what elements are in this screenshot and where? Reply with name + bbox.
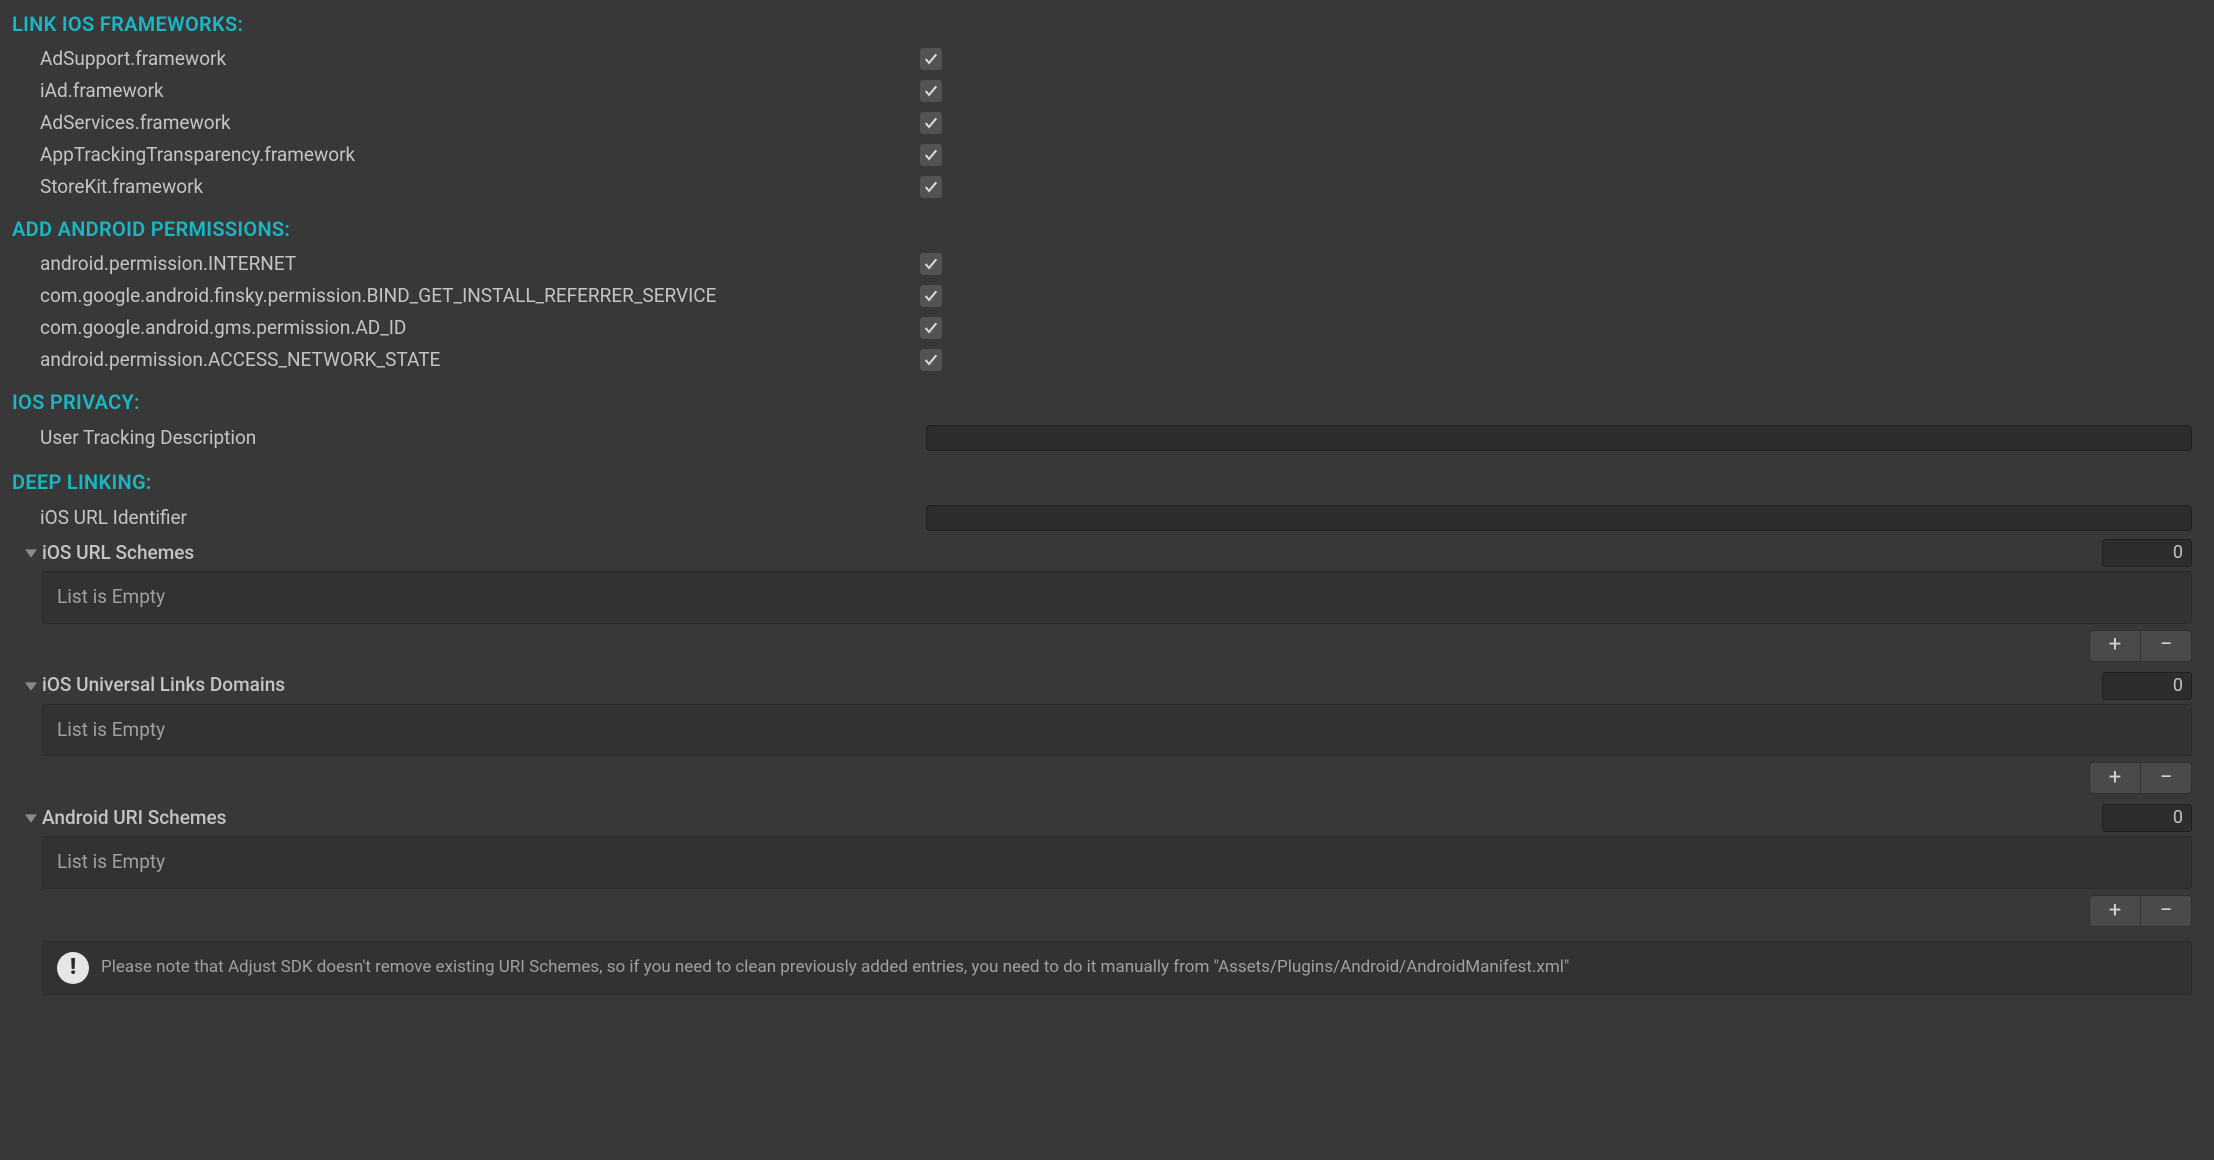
ios-url-schemes-list: List is Empty — [42, 571, 2192, 624]
ios-universal-links-footer: + − — [42, 762, 2192, 794]
user-tracking-label: User Tracking Description — [40, 425, 920, 452]
ios-url-schemes-label: iOS URL Schemes — [42, 540, 2102, 567]
check-icon — [923, 147, 939, 163]
android-uri-schemes-label: Android URI Schemes — [42, 805, 2102, 832]
remove-button[interactable]: − — [2140, 895, 2192, 927]
framework-checkbox-adservices[interactable] — [920, 112, 942, 134]
ios-url-identifier-label: iOS URL Identifier — [40, 505, 920, 532]
ios-url-identifier-row: iOS URL Identifier — [12, 501, 2202, 536]
framework-label: AdServices.framework — [40, 110, 920, 137]
triangle-down-icon — [25, 547, 37, 559]
add-button[interactable]: + — [2089, 762, 2140, 794]
add-button[interactable]: + — [2089, 630, 2140, 662]
section-header-ios-privacy: IOS PRIVACY: — [12, 388, 2202, 416]
check-icon — [923, 352, 939, 368]
check-icon — [923, 51, 939, 67]
user-tracking-description-input[interactable] — [926, 425, 2192, 451]
note-text: Please note that Adjust SDK doesn't remo… — [101, 956, 1569, 980]
permission-label: com.google.android.gms.permission.AD_ID — [40, 315, 920, 342]
framework-label: StoreKit.framework — [40, 174, 920, 201]
permission-row: android.permission.ACCESS_NETWORK_STATE — [12, 344, 2202, 376]
ios-url-identifier-input[interactable] — [926, 505, 2192, 531]
foldout-toggle[interactable] — [22, 544, 40, 562]
permission-checkbox-internet[interactable] — [920, 253, 942, 275]
permission-label: android.permission.INTERNET — [40, 251, 920, 278]
list-empty-text: List is Empty — [57, 718, 165, 741]
framework-checkbox-att[interactable] — [920, 144, 942, 166]
ios-universal-links-list: List is Empty — [42, 704, 2192, 757]
check-icon — [923, 256, 939, 272]
permission-label: com.google.android.finsky.permission.BIN… — [40, 283, 920, 310]
section-header-deep-linking: DEEP LINKING: — [12, 468, 2202, 496]
section-header-ios-frameworks: LINK IOS FRAMEWORKS: — [12, 10, 2202, 38]
remove-button[interactable]: − — [2140, 630, 2192, 662]
check-icon — [923, 179, 939, 195]
list-empty-text: List is Empty — [57, 585, 165, 608]
settings-panel: LINK IOS FRAMEWORKS: AdSupport.framework… — [0, 0, 2214, 1007]
android-uri-schemes-count[interactable]: 0 — [2102, 804, 2192, 832]
foldout-toggle[interactable] — [22, 677, 40, 695]
permission-row: com.google.android.finsky.permission.BIN… — [12, 280, 2202, 312]
framework-checkbox-storekit[interactable] — [920, 176, 942, 198]
ios-url-schemes-count[interactable]: 0 — [2102, 539, 2192, 567]
triangle-down-icon — [25, 812, 37, 824]
section-header-android-permissions: ADD ANDROID PERMISSIONS: — [12, 215, 2202, 243]
framework-label: AppTrackingTransparency.framework — [40, 142, 920, 169]
ios-url-schemes-footer: + − — [42, 630, 2192, 662]
check-icon — [923, 288, 939, 304]
ios-universal-links-count[interactable]: 0 — [2102, 672, 2192, 700]
framework-row: AdSupport.framework — [12, 43, 2202, 75]
framework-checkbox-iad[interactable] — [920, 80, 942, 102]
android-uri-schemes-fold: Android URI Schemes 0 — [12, 800, 2202, 836]
add-button[interactable]: + — [2089, 895, 2140, 927]
framework-label: iAd.framework — [40, 78, 920, 105]
android-uri-schemes-list: List is Empty — [42, 836, 2192, 889]
triangle-down-icon — [25, 680, 37, 692]
framework-checkbox-adsupport[interactable] — [920, 48, 942, 70]
framework-label: AdSupport.framework — [40, 46, 920, 73]
ios-universal-links-label: iOS Universal Links Domains — [42, 672, 2102, 699]
check-icon — [923, 115, 939, 131]
permission-row: android.permission.INTERNET — [12, 248, 2202, 280]
uri-schemes-note: ! Please note that Adjust SDK doesn't re… — [42, 941, 2192, 995]
ios-url-schemes-fold: iOS URL Schemes 0 — [12, 535, 2202, 571]
framework-row: StoreKit.framework — [12, 171, 2202, 203]
framework-row: AppTrackingTransparency.framework — [12, 139, 2202, 171]
framework-row: iAd.framework — [12, 75, 2202, 107]
user-tracking-row: User Tracking Description — [12, 421, 2202, 456]
permission-checkbox-ad-id[interactable] — [920, 317, 942, 339]
ios-universal-links-fold: iOS Universal Links Domains 0 — [12, 668, 2202, 704]
foldout-toggle[interactable] — [22, 809, 40, 827]
info-icon: ! — [57, 952, 89, 984]
permission-row: com.google.android.gms.permission.AD_ID — [12, 312, 2202, 344]
framework-row: AdServices.framework — [12, 107, 2202, 139]
check-icon — [923, 320, 939, 336]
list-empty-text: List is Empty — [57, 850, 165, 873]
remove-button[interactable]: − — [2140, 762, 2192, 794]
permission-label: android.permission.ACCESS_NETWORK_STATE — [40, 347, 920, 374]
android-uri-schemes-footer: + − — [42, 895, 2192, 927]
permission-checkbox-network-state[interactable] — [920, 349, 942, 371]
check-icon — [923, 83, 939, 99]
permission-checkbox-install-referrer[interactable] — [920, 285, 942, 307]
